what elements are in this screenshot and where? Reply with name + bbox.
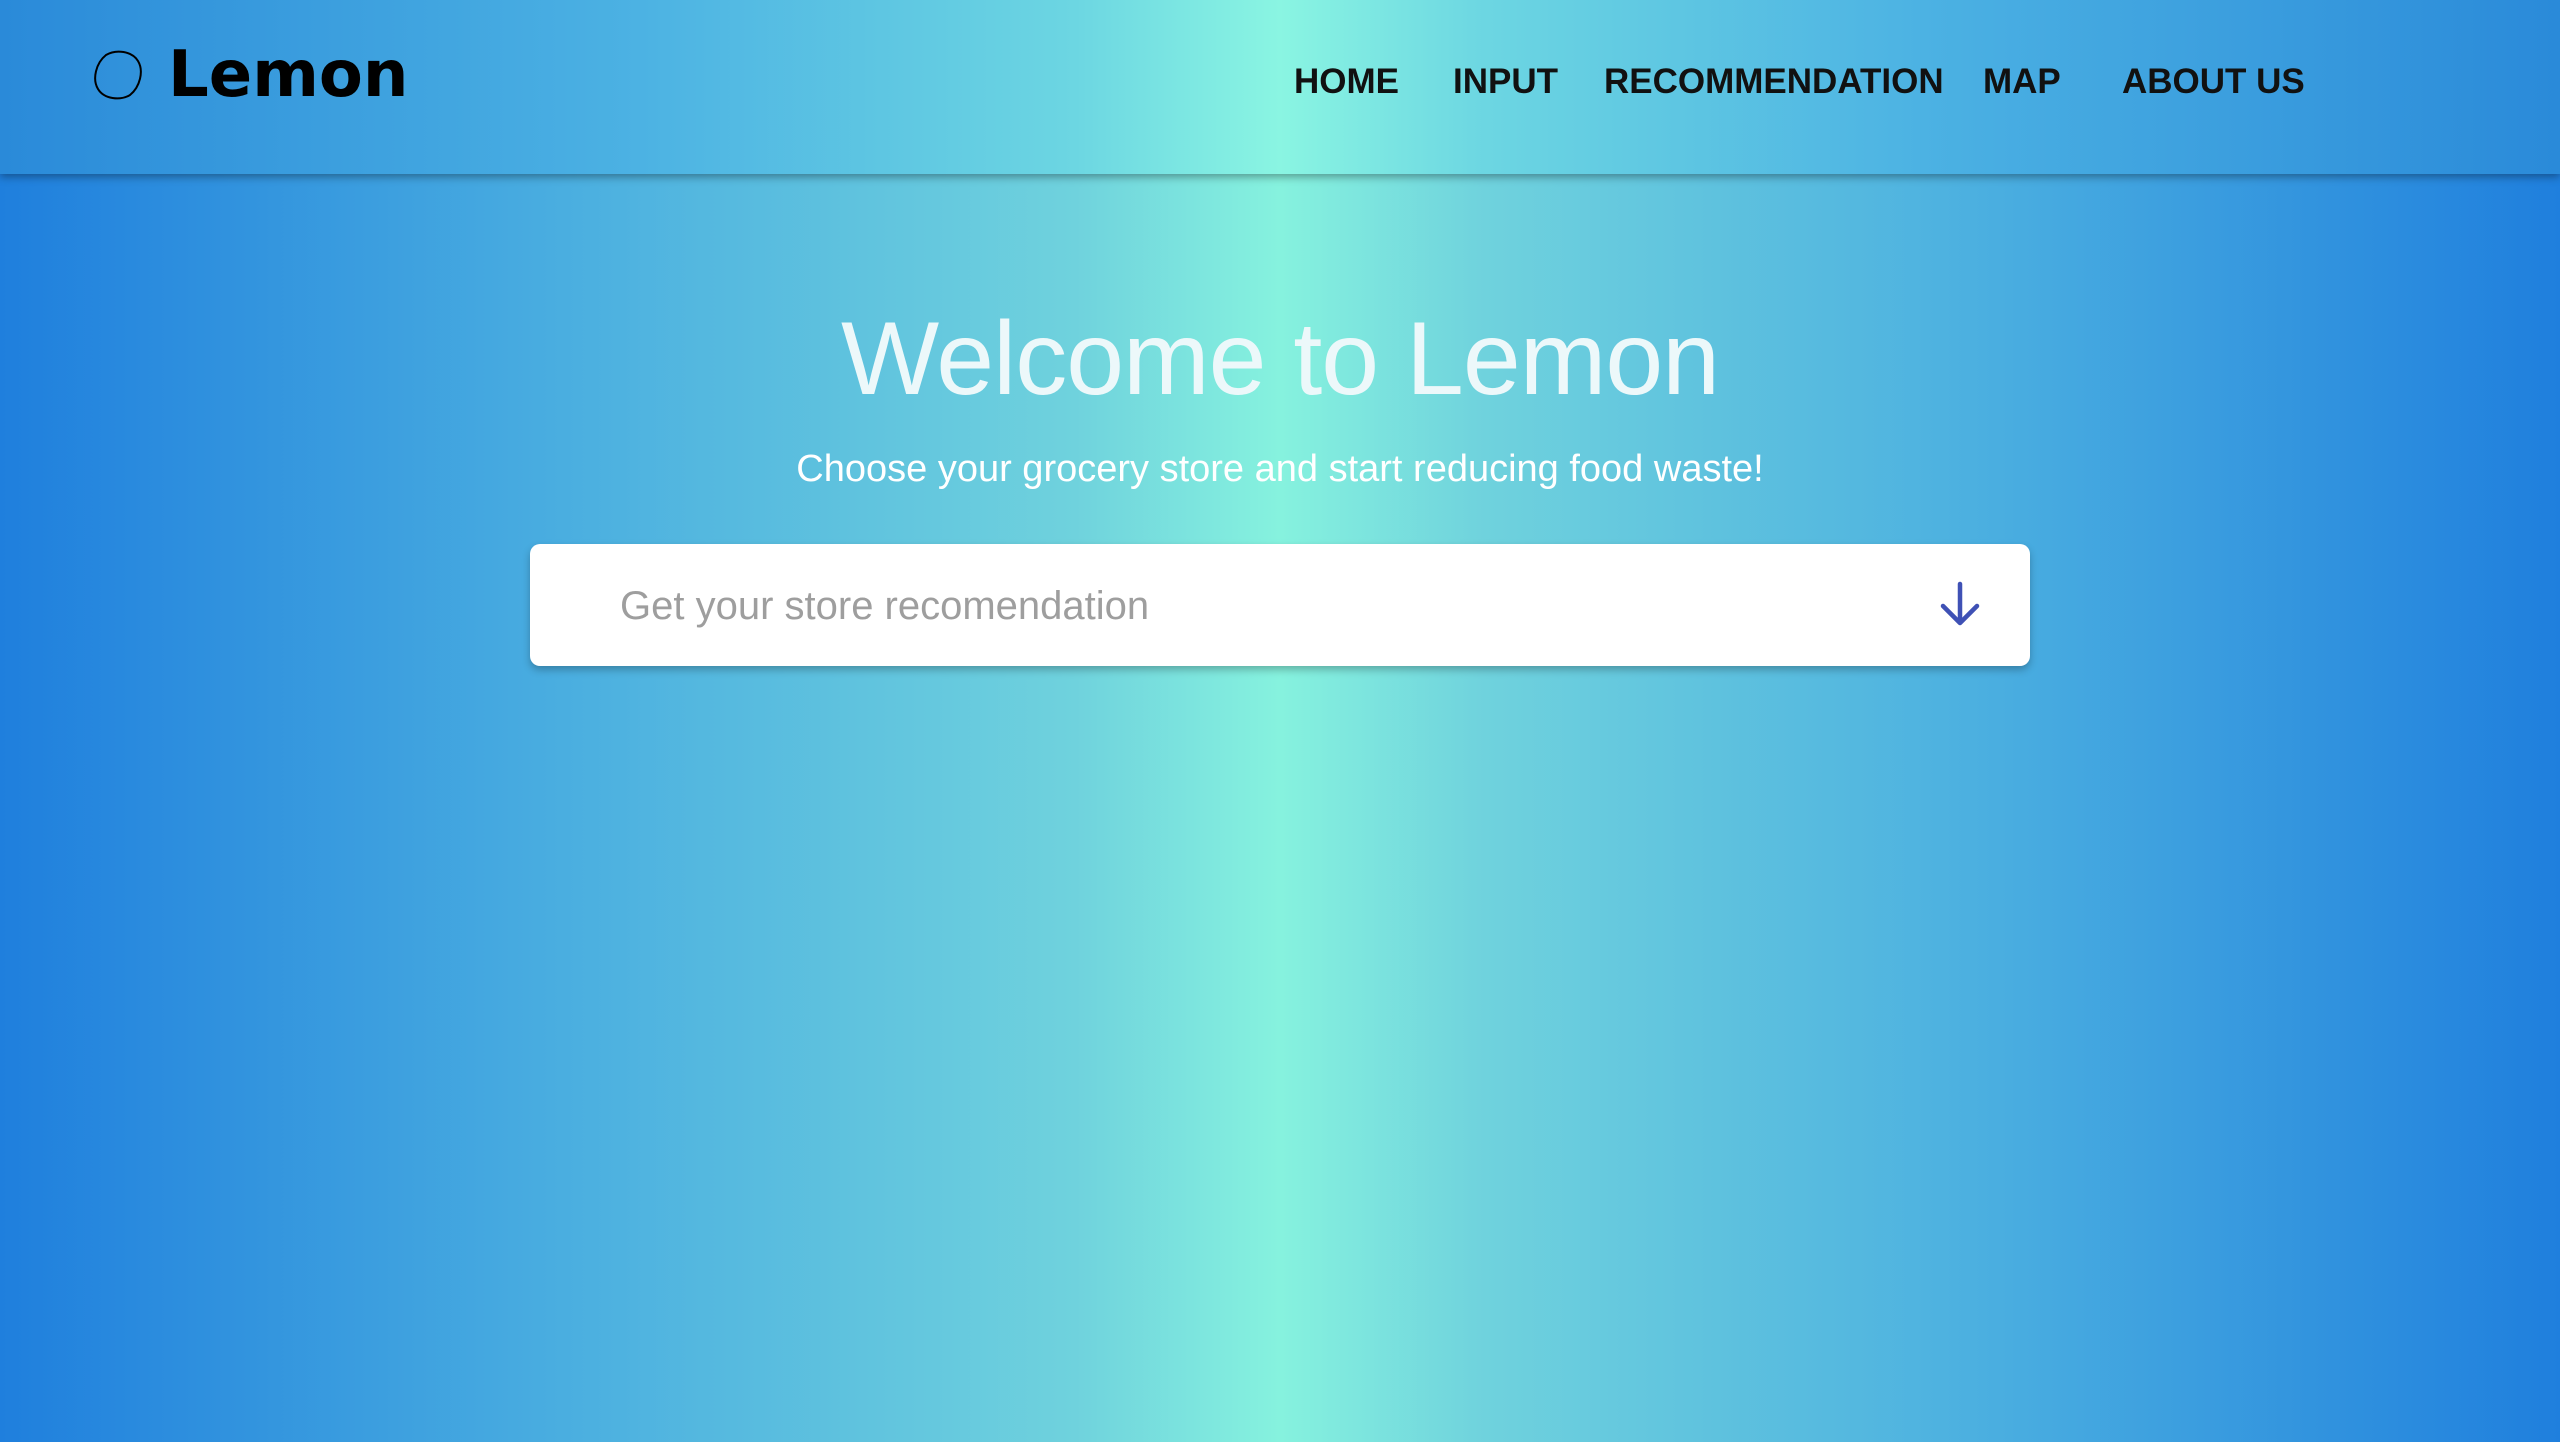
hero-subtitle: Choose your grocery store and start redu…	[796, 448, 1764, 490]
lemon-outline-icon	[94, 50, 142, 100]
nav-about-us[interactable]: ABOUT US	[2122, 62, 2305, 102]
brand[interactable]: Lemon	[92, 30, 408, 120]
top-navbar: Lemon HOME INPUT RECOMMENDATION MAP ABOU…	[0, 0, 2560, 174]
store-recommendation-select[interactable]	[530, 544, 2030, 668]
hero-title: Welcome to Lemon	[840, 301, 1720, 417]
store-recommendation-input[interactable]	[618, 544, 1822, 668]
nav-input[interactable]: INPUT	[1453, 62, 1558, 102]
arrow-down-icon[interactable]	[1930, 574, 1990, 634]
nav-home[interactable]: HOME	[1294, 62, 1399, 102]
nav-map[interactable]: MAP	[1983, 62, 2061, 102]
nav-recommendation[interactable]: RECOMMENDATION	[1604, 62, 1944, 102]
brand-name: Lemon	[168, 38, 409, 112]
